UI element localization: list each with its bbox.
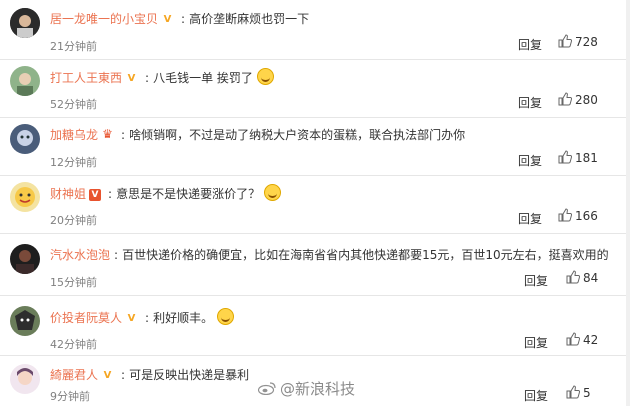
divider <box>0 295 630 296</box>
like-button[interactable]: 728 <box>558 34 598 49</box>
like-count: 166 <box>575 209 598 223</box>
divider <box>0 233 630 234</box>
divider <box>0 355 630 356</box>
comment-line: 价投者阮莫人 V: 利好顺丰。 <box>50 308 235 326</box>
like-count: 181 <box>575 151 598 165</box>
avatar[interactable] <box>10 8 40 38</box>
comment-time: 20分钟前 <box>50 214 97 227</box>
verified-badge-icon: V <box>103 370 112 381</box>
username-link[interactable]: 财神姐 <box>50 187 86 201</box>
thumbs-up-icon <box>558 34 572 48</box>
like-button[interactable]: 280 <box>558 92 598 107</box>
thumbs-up-icon <box>566 332 580 346</box>
comment-time: 12分钟前 <box>50 156 97 169</box>
comment-item: 加糖乌龙 ♛: 啥倾销啊，不过是动了纳税大户资本的蛋糕，联合执法部门办你 12分钟前… <box>0 118 630 176</box>
comment-text: 利好顺丰。 <box>153 311 214 325</box>
username-link[interactable]: 打工人王東西 <box>50 71 122 85</box>
verified-badge-icon: V <box>127 73 136 84</box>
comment-text: 八毛钱一单 挨罚了 <box>153 71 253 85</box>
comment-time: 15分钟前 <box>50 276 97 289</box>
verified-badge-icon: V <box>89 189 102 201</box>
like-button[interactable]: 181 <box>558 150 598 165</box>
comment-time: 21分钟前 <box>50 40 97 53</box>
crown-badge-icon: ♛ <box>102 127 113 141</box>
laugh-cry-emoji-icon <box>264 184 282 201</box>
reply-button[interactable]: 回复 <box>524 387 548 404</box>
watermark-text: @新浪科技 <box>280 380 356 398</box>
comment-time: 9分钟前 <box>50 390 90 403</box>
username-link[interactable]: 加糖乌龙 <box>50 128 98 142</box>
colon-separator: : <box>121 368 126 382</box>
comment-text: 可是反映出快递是暴利 <box>129 368 250 382</box>
comment-line: 打工人王東西 V: 八毛钱一单 挨罚了 <box>50 68 274 86</box>
colon-separator: : <box>145 71 150 85</box>
verified-badge-icon: V <box>163 14 172 25</box>
comment-line: 綺麗君人 V: 可是反映出快递是暴利 <box>50 366 249 383</box>
comment-text: 啥倾销啊，不过是动了纳税大户资本的蛋糕，联合执法部门办你 <box>129 128 466 142</box>
comment-time: 42分钟前 <box>50 338 97 351</box>
colon-separator: : <box>121 128 126 142</box>
comment-text: 高价垄断麻烦也罚一下 <box>189 12 310 26</box>
comment-item: 财神姐 V: 意思是不是快递要涨价了？ 20分钟前 回复 166 <box>0 176 630 234</box>
verified-badge-icon: V <box>127 313 136 324</box>
reply-button[interactable]: 回复 <box>524 272 548 289</box>
source-watermark: @新浪科技 <box>258 378 355 399</box>
laugh-emoji-icon <box>217 308 235 325</box>
comment-line: 财神姐 V: 意思是不是快递要涨价了？ <box>50 184 282 202</box>
avatar[interactable] <box>10 306 40 336</box>
reply-button[interactable]: 回复 <box>518 36 542 53</box>
username-link[interactable]: 汽水水泡泡 <box>50 248 110 262</box>
avatar[interactable] <box>10 364 40 394</box>
avatar[interactable] <box>10 66 40 96</box>
username-link[interactable]: 价投者阮莫人 <box>50 311 122 325</box>
like-count: 728 <box>575 35 598 49</box>
username-link[interactable]: 居一龙唯一的小宝贝 <box>50 12 158 26</box>
like-count: 42 <box>583 333 599 347</box>
scrollbar[interactable] <box>626 0 630 406</box>
reply-button[interactable]: 回复 <box>518 94 542 111</box>
colon-separator: : <box>114 248 119 262</box>
like-count: 5 <box>583 386 591 400</box>
like-button[interactable]: 166 <box>558 208 598 223</box>
weibo-logo-icon <box>258 382 276 395</box>
comment-item: 打工人王東西 V: 八毛钱一单 挨罚了 52分钟前 回复 280 <box>0 60 630 118</box>
colon-separator: : <box>108 187 113 201</box>
comment-item: 汽水水泡泡: 百世快递价格的确便宜，比如在海南省省内其他快递都要15元，百世10元… <box>0 238 630 296</box>
comment-line: 居一龙唯一的小宝贝 V: 高价垄断麻烦也罚一下 <box>50 10 309 27</box>
avatar[interactable] <box>10 124 40 154</box>
avatar[interactable] <box>10 244 40 274</box>
username-link[interactable]: 綺麗君人 <box>50 368 98 382</box>
reply-button[interactable]: 回复 <box>524 334 548 351</box>
thumbs-up-icon <box>558 208 572 222</box>
comment-time: 52分钟前 <box>50 98 97 111</box>
grin-emoji-icon <box>256 68 274 85</box>
comment-line: 汽水水泡泡: 百世快递价格的确便宜，比如在海南省省内其他快递都要15元，百世10元… <box>50 246 609 263</box>
thumbs-up-icon <box>566 270 580 284</box>
like-button[interactable]: 5 <box>566 385 591 400</box>
colon-separator: : <box>181 12 186 26</box>
avatar[interactable] <box>10 182 40 212</box>
reply-button[interactable]: 回复 <box>518 152 542 169</box>
thumbs-up-icon <box>558 150 572 164</box>
comment-text: 百世快递价格的确便宜，比如在海南省省内其他快递都要15元，百世10元左右，挺喜欢… <box>122 248 609 262</box>
comment-item: 价投者阮莫人 V: 利好顺丰。 42分钟前 回复 42 <box>0 300 630 358</box>
colon-separator: : <box>145 311 150 325</box>
like-button[interactable]: 42 <box>566 332 598 347</box>
thumbs-up-icon <box>558 92 572 106</box>
like-count: 84 <box>583 271 599 285</box>
thumbs-up-icon <box>566 385 580 399</box>
comment-line: 加糖乌龙 ♛: 啥倾销啊，不过是动了纳税大户资本的蛋糕，联合执法部门办你 <box>50 126 465 143</box>
like-count: 280 <box>575 93 598 107</box>
like-button[interactable]: 84 <box>566 270 598 285</box>
comment-text: 意思是不是快递要涨价了？ <box>116 187 261 201</box>
comment-item: 居一龙唯一的小宝贝 V: 高价垄断麻烦也罚一下 21分钟前 回复 728 <box>0 2 630 60</box>
reply-button[interactable]: 回复 <box>518 210 542 227</box>
